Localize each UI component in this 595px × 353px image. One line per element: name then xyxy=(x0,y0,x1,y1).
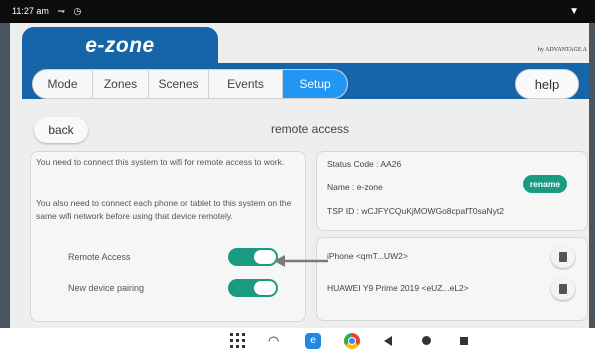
devices-panel: iPhone <qmT...UW2> HUAWEI Y9 Prime 2019 … xyxy=(316,237,588,321)
toggle-knob xyxy=(254,250,276,264)
nav-bar: Mode Zones Scenes Events Setup help xyxy=(22,69,589,99)
tsp-id: TSP ID : wCJFYCQuKjMOWGo8cpafT0saNyt2 xyxy=(327,206,504,216)
device-row: iPhone <qmT...UW2> xyxy=(317,246,589,268)
app-window: e-zone by ADVANTAGE A Mode Zones Scenes … xyxy=(10,23,589,328)
back-nav-icon[interactable] xyxy=(384,336,392,346)
info-text-devices: You also need to connect each phone or t… xyxy=(36,198,292,221)
remote-access-label: Remote Access xyxy=(68,252,131,262)
remote-access-row: Remote Access xyxy=(31,248,307,268)
remote-access-toggle[interactable] xyxy=(228,248,278,266)
remote-info-panel: You need to connect this system to wifi … xyxy=(30,151,306,322)
brand-tab: e-zone xyxy=(22,27,218,67)
recents-nav-icon[interactable] xyxy=(460,337,468,345)
chrome-icon[interactable] xyxy=(344,333,360,349)
back-button[interactable]: back xyxy=(34,117,88,143)
brand-tagline: by ADVANTAGE A xyxy=(537,47,587,53)
android-nav-bar: ◠ e xyxy=(0,328,595,353)
clock-icon: ◷ xyxy=(73,6,82,16)
left-edge xyxy=(0,23,10,328)
wifi-icon[interactable]: ◠ xyxy=(268,333,284,349)
app-logo: e-zone xyxy=(85,34,155,57)
delete-device-button[interactable] xyxy=(551,278,575,300)
device-name: HUAWEI Y9 Prime 2019 <eUZ...eL2> xyxy=(327,283,469,293)
status-time: 11:27 am xyxy=(12,6,49,16)
home-nav-icon[interactable] xyxy=(422,336,431,345)
ezone-app-icon[interactable]: e xyxy=(305,333,321,349)
device-pairing-label: New device pairing xyxy=(68,283,145,293)
right-edge xyxy=(589,23,595,328)
nav-tabs: Mode Zones Scenes Events Setup xyxy=(32,69,348,99)
system-name: Name : e-zone xyxy=(327,182,383,192)
tab-scenes[interactable]: Scenes xyxy=(149,70,209,98)
device-name: iPhone <qmT...UW2> xyxy=(327,251,408,261)
tab-zones[interactable]: Zones xyxy=(93,70,149,98)
device-pairing-toggle[interactable] xyxy=(228,279,278,297)
app-drawer-icon[interactable] xyxy=(230,333,246,349)
tab-mode[interactable]: Mode xyxy=(33,70,93,98)
delete-device-button[interactable] xyxy=(551,246,575,268)
help-button[interactable]: help xyxy=(515,69,579,99)
trash-icon xyxy=(559,284,567,294)
page-title: remote access xyxy=(270,122,350,136)
signal-icon: ⇁ xyxy=(57,6,65,16)
device-row: HUAWEI Y9 Prime 2019 <eUZ...eL2> xyxy=(317,278,589,300)
trash-icon xyxy=(559,252,567,262)
tab-setup[interactable]: Setup xyxy=(283,70,347,98)
annotation-arrow-icon xyxy=(274,255,328,267)
status-code: Status Code : AA26 xyxy=(327,159,402,169)
status-panel: Status Code : AA26 Name : e-zone rename … xyxy=(316,151,588,231)
rename-button[interactable]: rename xyxy=(523,175,567,193)
status-bar: 11:27 am ⇁ ◷ ▼ xyxy=(0,0,595,23)
device-pairing-row: New device pairing xyxy=(31,279,307,299)
tab-events[interactable]: Events xyxy=(209,70,283,98)
toggle-knob xyxy=(254,281,276,295)
wifi-icon: ▼ xyxy=(569,6,579,17)
info-text-wifi: You need to connect this system to wifi … xyxy=(36,157,285,167)
